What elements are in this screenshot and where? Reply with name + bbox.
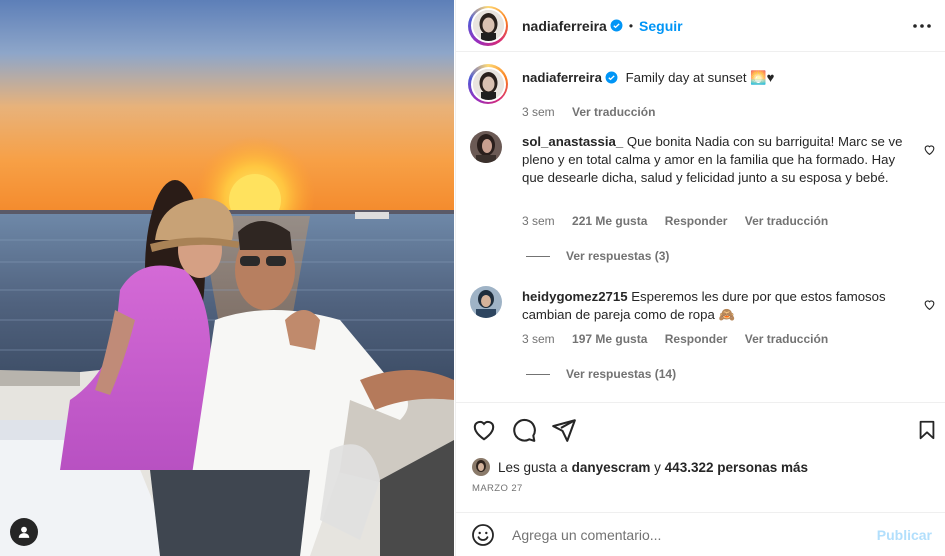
view-replies-button[interactable]: Ver respuestas (14) <box>526 367 676 381</box>
caption-time[interactable]: 3 sem <box>522 105 555 119</box>
comment-time[interactable]: 3 sem <box>522 332 555 346</box>
comment-bubble-icon[interactable] <box>511 417 537 443</box>
add-comment-bar: Publicar <box>456 512 945 556</box>
comment-username[interactable]: heidygomez2715 <box>522 289 628 304</box>
likes-user[interactable]: danyescram <box>572 460 651 475</box>
publish-button[interactable]: Publicar <box>877 527 932 543</box>
caption-text-line: nadiaferreira Family day at sunset 🌅♥ <box>522 69 916 87</box>
author-avatar[interactable] <box>468 5 508 46</box>
author-username[interactable]: nadiaferreira <box>522 18 607 34</box>
caption: nadiaferreira Family day at sunset 🌅♥ 3 … <box>468 64 938 124</box>
likes-summary: Les gusta a danyescram y 443.322 persona… <box>472 458 808 476</box>
view-replies-label: Ver respuestas (3) <box>566 249 670 263</box>
comments-list[interactable]: nadiaferreira Family day at sunset 🌅♥ 3 … <box>456 53 945 401</box>
replies-line <box>526 373 550 375</box>
likes-count[interactable]: 443.322 personas más <box>665 460 808 475</box>
comment-item: heidygomez2715 Esperemos les dure por qu… <box>470 286 940 386</box>
comment-like-icon[interactable] <box>923 298 936 311</box>
liker-avatar[interactable] <box>472 458 490 476</box>
save-bookmark-icon[interactable] <box>916 417 938 443</box>
comment-reply-button[interactable]: Responder <box>665 214 728 228</box>
comment-text-block: heidygomez2715 Esperemos les dure por qu… <box>522 288 918 324</box>
post-side-panel: nadiaferreira • Seguir nadiaferreira Fam… <box>455 0 945 556</box>
caption-avatar[interactable] <box>468 64 508 104</box>
post-photo-image <box>0 0 454 556</box>
comment-avatar[interactable] <box>470 131 502 163</box>
comment-text-block: sol_anastassia_ Que bonita Nadia con su … <box>522 133 918 187</box>
comment-time[interactable]: 3 sem <box>522 214 555 228</box>
caption-username[interactable]: nadiaferreira <box>522 70 602 85</box>
comment-username[interactable]: sol_anastassia_ <box>522 134 623 149</box>
post-date[interactable]: MARZO 27 <box>472 483 523 494</box>
comment-meta: 3 sem 197 Me gusta Responder Ver traducc… <box>522 332 842 346</box>
comment-likes[interactable]: 221 Me gusta <box>572 214 647 228</box>
caption-meta: 3 sem Ver traducción <box>522 105 669 119</box>
caption-text: Family day at sunset 🌅♥ <box>625 70 775 85</box>
caption-translate-link[interactable]: Ver traducción <box>572 105 655 119</box>
emoji-icon[interactable] <box>471 523 495 547</box>
likes-prefix: Les gusta a <box>498 459 568 475</box>
view-replies-label: Ver respuestas (14) <box>566 367 677 381</box>
like-heart-icon[interactable] <box>471 417 497 443</box>
comment-like-icon[interactable] <box>923 143 936 156</box>
comment-likes[interactable]: 197 Me gusta <box>572 332 647 346</box>
view-replies-button[interactable]: Ver respuestas (3) <box>526 249 669 263</box>
comment-avatar[interactable] <box>470 286 502 318</box>
replies-line <box>526 255 550 257</box>
verified-badge-icon <box>610 19 623 32</box>
verified-badge-icon <box>605 71 618 84</box>
comment-translate-link[interactable]: Ver traducción <box>745 332 828 346</box>
post-header: nadiaferreira • Seguir <box>456 0 945 52</box>
comment-input[interactable] <box>512 524 862 546</box>
share-send-icon[interactable] <box>551 417 577 443</box>
header-separator: • <box>628 18 634 33</box>
comment-reply-button[interactable]: Responder <box>665 332 728 346</box>
post-photo[interactable] <box>0 0 454 556</box>
tagged-users-icon[interactable] <box>10 518 38 546</box>
follow-button[interactable]: Seguir <box>639 18 683 34</box>
more-options-icon[interactable] <box>910 14 934 38</box>
likes-connector: y <box>654 459 661 475</box>
comment-translate-link[interactable]: Ver traducción <box>745 214 828 228</box>
comment-item: sol_anastassia_ Que bonita Nadia con su … <box>470 131 940 263</box>
action-bar <box>456 402 945 454</box>
comment-meta: 3 sem 221 Me gusta Responder Ver traducc… <box>522 214 842 228</box>
